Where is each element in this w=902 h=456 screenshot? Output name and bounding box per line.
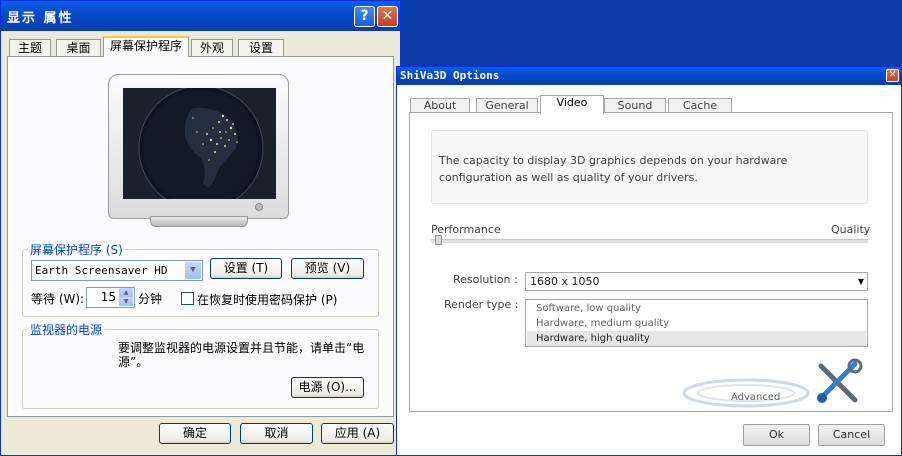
settings-button[interactable]: 设置 (T) [210, 258, 282, 279]
screensaver-group-label: 屏幕保护程序 (S) [28, 241, 125, 258]
tab-desktop[interactable]: 桌面 [56, 39, 101, 56]
render-option-software-low[interactable]: Software, low quality [527, 301, 866, 316]
render-option-hardware-high[interactable]: Hardware, high quality [527, 331, 866, 346]
power-description-line1: 要调整监视器的电源设置并且节能，请单击“电 [118, 341, 365, 355]
advanced-link[interactable]: Advanced [731, 392, 780, 403]
screensaver-select-value: Earth Screensaver HD [35, 264, 168, 277]
slider-right-label: Quality [831, 223, 871, 236]
power-description-line2: 源”。 [118, 355, 149, 369]
tab-video[interactable]: Video [540, 95, 604, 114]
wait-minutes-value: 15 [100, 290, 116, 304]
window-title: 显示 属性 [7, 11, 74, 26]
close-icon[interactable]: ✕ [377, 6, 398, 27]
render-option-hardware-medium[interactable]: Hardware, medium quality [527, 316, 866, 331]
wait-minutes-spinner[interactable]: 15 ▲ ▼ [86, 287, 135, 308]
wait-label: 等待 (W): [31, 292, 85, 306]
close-icon[interactable]: ✕ [886, 69, 899, 82]
earth-preview-image [123, 88, 276, 199]
spin-up-icon[interactable]: ▲ [119, 288, 133, 297]
dropdown-arrow-icon[interactable]: ▼ [858, 273, 864, 290]
resolution-select[interactable]: 1680 x 1050 ▼ [525, 272, 868, 291]
tab-cache[interactable]: Cache [668, 98, 732, 113]
monitor-power-group-label: 监视器的电源 [28, 321, 105, 338]
dropdown-arrow-icon[interactable]: ▼ [185, 262, 201, 279]
tab-appearance[interactable]: 外观 [191, 39, 233, 56]
spin-down-icon[interactable]: ▼ [119, 297, 133, 306]
monitor-preview [108, 74, 291, 227]
resolution-value: 1680 x 1050 [530, 275, 600, 288]
monitor-stand [150, 216, 248, 227]
info-line-1: The capacity to display 3D graphics depe… [439, 154, 788, 167]
screensaver-select[interactable]: Earth Screensaver HD ▼ [31, 260, 203, 281]
window-titlebar[interactable]: ShiVa3D Options ✕ [397, 67, 901, 85]
display-properties-window: 显示 属性 ? ✕ 主题 桌面 屏幕保护程序 外观 设置 屏幕保护程序 (S) … [0, 0, 401, 456]
tab-about[interactable]: About [410, 98, 470, 113]
password-protect-label: 在恢复时使用密码保护 (P) [197, 293, 338, 307]
help-icon[interactable]: ? [354, 6, 375, 27]
tab-sound[interactable]: Sound [604, 98, 666, 113]
cancel-button[interactable]: 取消 [240, 423, 313, 444]
tab-settings[interactable]: 设置 [238, 39, 284, 56]
info-text: The capacity to display 3D graphics depe… [439, 152, 799, 186]
power-button[interactable]: 电源 (O)... [291, 377, 364, 398]
minutes-label: 分钟 [138, 292, 163, 306]
tab-general[interactable]: General [476, 98, 538, 113]
window-titlebar[interactable]: 显示 属性 ? ✕ [1, 1, 400, 31]
cancel-button[interactable]: Cancel [818, 424, 885, 446]
preview-button[interactable]: 预览 (V) [291, 258, 364, 279]
window-title: ShiVa3D Options [400, 69, 500, 82]
password-protect-checkbox[interactable] [181, 292, 194, 305]
monitor-power-led [255, 203, 263, 211]
render-type-label: Render type : [444, 298, 519, 311]
tools-icon [817, 358, 863, 403]
quality-slider-thumb[interactable] [435, 235, 442, 245]
screensaver-preview-screen [123, 88, 276, 199]
watermark-logo [682, 378, 810, 408]
ok-button[interactable]: 确定 [159, 423, 231, 444]
apply-button[interactable]: 应用 (A) [321, 423, 394, 444]
info-line-2: configuration as well as quality of your… [439, 171, 698, 184]
monitor-bezel [108, 74, 289, 219]
tab-themes[interactable]: 主题 [9, 39, 51, 56]
ok-button[interactable]: Ok [743, 424, 810, 446]
quality-slider-track[interactable] [431, 239, 868, 243]
shiva3d-options-window: ShiVa3D Options ✕ About General Video So… [396, 66, 902, 456]
render-type-list[interactable]: Software, low quality Hardware, medium q… [525, 299, 868, 347]
resolution-label: Resolution : [453, 273, 518, 286]
tab-screensaver[interactable]: 屏幕保护程序 [103, 36, 189, 57]
